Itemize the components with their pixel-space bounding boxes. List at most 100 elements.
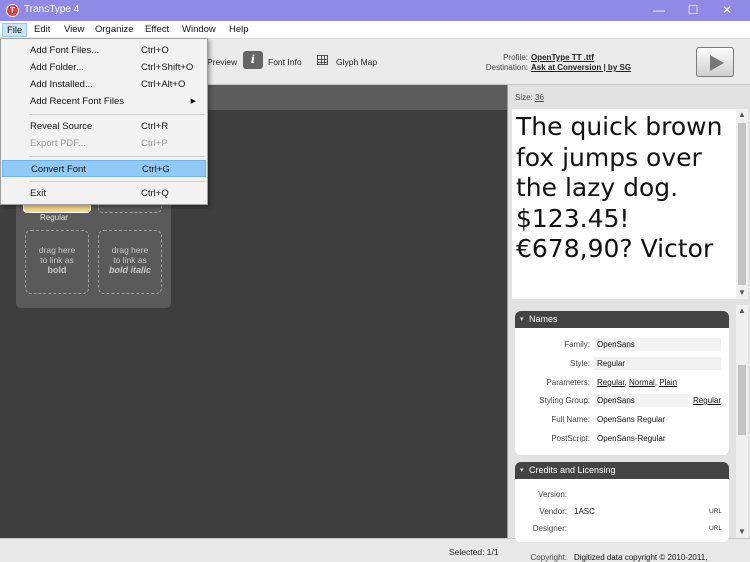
- credits-section-header[interactable]: Credits and Licensing: [515, 462, 729, 479]
- menu-item-shortcut: Ctrl+Alt+O: [141, 79, 186, 90]
- selection-count: Selected: 1/1: [449, 547, 499, 557]
- text-preview[interactable]: The quick brown fox jumps over the lazy …: [512, 109, 736, 299]
- menu-item-label: Add Installed...: [30, 79, 93, 90]
- menu-bar: File Edit View Organize Effect Window He…: [0, 21, 750, 39]
- menu-item-label: Add Font Files...: [30, 45, 100, 56]
- menu-convert-font[interactable]: Convert Font Ctrl+G: [2, 160, 206, 177]
- scroll-down-icon[interactable]: ▼: [736, 287, 748, 299]
- profile-label: Profile:: [503, 53, 528, 62]
- menu-window[interactable]: Window: [178, 23, 220, 37]
- menu-reveal-source[interactable]: Reveal Source Ctrl+R: [2, 118, 206, 135]
- bold-drop-slot[interactable]: drag here to link as bold: [25, 230, 89, 294]
- slot-style: bold italic: [108, 265, 151, 275]
- styling-group-label: Styling Group:: [539, 396, 590, 405]
- menu-separator: [29, 114, 205, 115]
- menu-effect[interactable]: Effect: [141, 23, 173, 37]
- menu-item-label: Export PDF...: [30, 138, 86, 149]
- font-info-tab[interactable]: Font Info: [268, 57, 302, 67]
- profile-link[interactable]: OpenType TT .ttf: [531, 53, 594, 62]
- title-bar: T TransType 4 — ☐ ✕: [0, 0, 750, 21]
- menu-item-shortcut: Ctrl+O: [141, 45, 169, 56]
- style-value[interactable]: Regular: [594, 357, 721, 370]
- scroll-up-icon[interactable]: ▲: [736, 305, 748, 317]
- vendor-value[interactable]: 1ASC: [571, 505, 681, 518]
- scroll-down-icon[interactable]: ▼: [736, 526, 748, 538]
- parameters-value: Regular, Normal, Plain: [597, 378, 678, 387]
- designer-value[interactable]: [571, 522, 681, 535]
- preview-tab[interactable]: Preview: [207, 57, 237, 67]
- postscript-value[interactable]: OpenSans-Regular: [594, 432, 721, 445]
- scroll-up-icon[interactable]: ▲: [736, 109, 748, 121]
- vendor-label: Vendor:: [539, 507, 567, 516]
- copyright-label: Copyright:: [530, 553, 567, 562]
- glyph-map-tab[interactable]: Glyph Map: [336, 57, 377, 67]
- transtype-app-icon: T: [6, 4, 19, 17]
- names-section-header[interactable]: Names: [515, 311, 729, 328]
- preview-scrollbar[interactable]: ▲ ▼: [736, 109, 748, 299]
- menu-item-label: Exit: [30, 188, 46, 199]
- menu-add-folder[interactable]: Add Folder... Ctrl+Shift+O: [2, 59, 206, 76]
- full-name-value[interactable]: OpenSans Regular: [594, 413, 721, 426]
- menu-item-label: Add Folder...: [30, 62, 84, 73]
- preview-sample-text: The quick brown fox jumps over the lazy …: [516, 112, 723, 263]
- info-scrollbar[interactable]: ▲ ▼: [736, 305, 748, 538]
- close-button[interactable]: ✕: [710, 0, 744, 21]
- param-width-link[interactable]: Normal: [629, 378, 655, 387]
- param-slope-link[interactable]: Plain: [659, 378, 677, 387]
- menu-export-pdf: Export PDF... Ctrl+P: [2, 135, 206, 152]
- parameters-label: Parameters:: [546, 378, 590, 387]
- designer-label: Designer:: [532, 524, 567, 533]
- menu-item-shortcut: Ctrl+P: [141, 138, 168, 149]
- size-value[interactable]: 36: [535, 93, 544, 102]
- minimize-button[interactable]: —: [642, 0, 676, 21]
- version-value[interactable]: [571, 488, 701, 501]
- menu-add-recent-font-files[interactable]: Add Recent Font Files ▶: [2, 93, 206, 110]
- destination-link[interactable]: Ask at Conversion | by SG: [531, 63, 631, 72]
- menu-item-shortcut: Ctrl+Shift+O: [141, 62, 194, 73]
- regular-tile-label: Regular: [40, 213, 69, 222]
- slot-line: to link as: [40, 255, 74, 265]
- slot-line: drag here: [38, 245, 76, 255]
- preview-size: Size: 36: [515, 93, 544, 102]
- window-title: TransType 4: [24, 4, 80, 15]
- bold-italic-drop-slot[interactable]: drag here to link as bold italic: [98, 230, 162, 294]
- copyright-value[interactable]: Digitized data copyright © 2010-2011,: [571, 551, 721, 562]
- family-value[interactable]: OpenSans: [594, 338, 721, 351]
- slot-line: to link as: [113, 255, 147, 265]
- italic-slot-tile[interactable]: [98, 205, 162, 213]
- styling-group-style-link[interactable]: Regular: [690, 394, 724, 407]
- menu-item-shortcut: Ctrl+G: [142, 164, 170, 175]
- scrollbar-thumb[interactable]: [738, 123, 746, 285]
- version-label: Version:: [538, 490, 567, 499]
- glyph-map-icon[interactable]: [317, 55, 328, 65]
- designer-url-tag[interactable]: URL: [709, 525, 722, 532]
- menu-edit[interactable]: Edit: [30, 23, 54, 37]
- style-label: Style:: [569, 359, 590, 368]
- size-label: Size:: [515, 93, 533, 102]
- scrollbar-thumb[interactable]: [738, 365, 746, 435]
- menu-add-installed[interactable]: Add Installed... Ctrl+Alt+O: [2, 76, 206, 93]
- file-menu-dropdown: Add Font Files... Ctrl+O Add Folder... C…: [0, 38, 208, 205]
- menu-organize[interactable]: Organize: [91, 23, 138, 37]
- destination-label: Destination:: [485, 63, 528, 72]
- menu-item-label: Reveal Source: [30, 121, 93, 132]
- styling-group-value[interactable]: OpenSans: [594, 394, 688, 407]
- menu-item-label: Convert Font: [31, 164, 86, 175]
- maximize-button[interactable]: ☐: [676, 0, 710, 21]
- postscript-label: PostScript:: [551, 434, 590, 443]
- regular-font-tile[interactable]: [23, 205, 91, 213]
- family-label: Family:: [564, 340, 590, 349]
- menu-view[interactable]: View: [60, 23, 88, 37]
- full-name-label: Full Name:: [551, 415, 590, 424]
- slot-line: drag here: [111, 245, 149, 255]
- font-info-icon[interactable]: i: [243, 51, 263, 69]
- menu-help[interactable]: Help: [225, 23, 253, 37]
- vendor-url-tag[interactable]: URL: [709, 508, 722, 515]
- menu-separator: [29, 156, 205, 157]
- menu-exit[interactable]: Exit Ctrl+Q: [2, 185, 206, 202]
- menu-file[interactable]: File: [2, 23, 28, 37]
- param-weight-link[interactable]: Regular: [597, 378, 625, 387]
- menu-add-font-files[interactable]: Add Font Files... Ctrl+O: [2, 42, 206, 59]
- convert-play-button[interactable]: [696, 47, 734, 77]
- menu-item-label: Add Recent Font Files: [30, 96, 124, 107]
